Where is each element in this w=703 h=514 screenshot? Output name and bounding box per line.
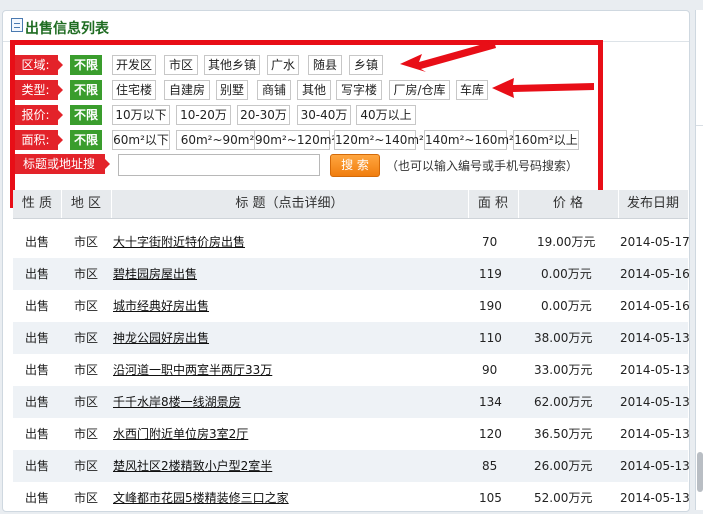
- cell-size: 90: [482, 363, 498, 377]
- cell-type: 出售: [25, 299, 50, 313]
- cell-date: 2014-05-13: [620, 459, 690, 473]
- panel-title: 出售信息列表: [25, 21, 109, 37]
- cell-type: 出售: [25, 491, 50, 505]
- table-row: 出售 市区 沿河道一职中两室半两厅33万 90 33.00万元 2014-05-…: [13, 354, 690, 386]
- cell-size: 70: [482, 235, 498, 249]
- table-row: 出售 市区 大十字街附近特价房出售 70 19.00万元 2014-05-17: [13, 226, 690, 258]
- cell-date: 2014-05-16: [620, 267, 690, 281]
- cell-date: 2014-05-16: [620, 299, 690, 313]
- cell-size: 85: [482, 459, 498, 473]
- cell-date: 2014-05-13: [620, 363, 690, 377]
- cell-price: 36.50万元: [534, 427, 593, 441]
- col-header-price: 价 格: [518, 190, 619, 218]
- listing-title-link[interactable]: 城市经典好房出售: [113, 290, 209, 322]
- annotation-arrow-icon: [492, 78, 594, 98]
- cell-price: 62.00万元: [534, 395, 593, 409]
- cell-type: 出售: [25, 395, 50, 409]
- cell-date: 2014-05-13: [620, 331, 690, 345]
- cell-date: 2014-05-17: [620, 235, 690, 249]
- listing-title-link[interactable]: 碧桂园房屋出售: [113, 258, 197, 290]
- cell-area: 市区: [74, 235, 99, 249]
- table-row: 出售 市区 文峰都市花园5楼精装修三口之家 105 52.00万元 2014-0…: [13, 482, 690, 514]
- cell-size: 190: [479, 299, 502, 313]
- cell-price: 52.00万元: [534, 491, 593, 505]
- panel-header: 出售信息列表: [3, 11, 689, 42]
- cell-type: 出售: [25, 331, 50, 345]
- cell-price: 33.00万元: [534, 363, 593, 377]
- cell-area: 市区: [74, 395, 99, 409]
- cell-price: 38.00万元: [534, 331, 593, 345]
- cell-area: 市区: [74, 427, 99, 441]
- listing-table-header: 性 质 地 区 标 题（点击详细） 面 积 价 格 发布日期: [13, 190, 688, 219]
- cell-area: 市区: [74, 459, 99, 473]
- listing-title-link[interactable]: 楚风社区2楼精致小户型2室半: [113, 450, 272, 482]
- cell-area: 市区: [74, 363, 99, 377]
- listing-title-link[interactable]: 神龙公园好房出售: [113, 322, 209, 354]
- table-row: 出售 市区 水西门附近单位房3室2厅 120 36.50万元 2014-05-1…: [13, 418, 690, 450]
- cell-size: 134: [479, 395, 502, 409]
- listing-title-link[interactable]: 大十字街附近特价房出售: [113, 226, 245, 258]
- table-row: 出售 市区 千千水岸8楼一线湖景房 134 62.00万元 2014-05-13: [13, 386, 690, 418]
- highlight-box: [10, 40, 603, 208]
- col-header-date: 发布日期: [626, 196, 679, 211]
- listing-title-link[interactable]: 文峰都市花园5楼精装修三口之家: [113, 482, 289, 514]
- cell-date: 2014-05-13: [620, 491, 690, 505]
- table-row: 出售 市区 城市经典好房出售 190 0.00万元 2014-05-16: [13, 290, 690, 322]
- cell-price: 26.00万元: [534, 459, 593, 473]
- list-icon: [11, 18, 23, 32]
- cell-area: 市区: [74, 491, 99, 505]
- cell-date: 2014-05-13: [620, 395, 690, 409]
- cell-price: 0.00万元: [541, 267, 592, 281]
- col-header-area: 地 区: [61, 190, 112, 218]
- annotation-arrow-icon: [400, 41, 496, 72]
- cell-date: 2014-05-13: [620, 427, 690, 441]
- cell-size: 119: [479, 267, 502, 281]
- cell-type: 出售: [25, 459, 50, 473]
- cell-size: 105: [479, 491, 502, 505]
- scrollbar-thumb[interactable]: [697, 452, 703, 492]
- table-row: 出售 市区 神龙公园好房出售 110 38.00万元 2014-05-13: [13, 322, 690, 354]
- cell-area: 市区: [74, 299, 99, 313]
- cell-size: 120: [479, 427, 502, 441]
- cell-type: 出售: [25, 427, 50, 441]
- cell-price: 19.00万元: [537, 235, 596, 249]
- cell-size: 110: [479, 331, 502, 345]
- cell-area: 市区: [74, 267, 99, 281]
- listing-title-link[interactable]: 沿河道一职中两室半两厅33万: [113, 354, 272, 386]
- cell-type: 出售: [25, 267, 50, 281]
- table-row: 出售 市区 楚风社区2楼精致小户型2室半 85 26.00万元 2014-05-…: [13, 450, 690, 482]
- table-row: 出售 市区 碧桂园房屋出售 119 0.00万元 2014-05-16: [13, 258, 690, 290]
- col-header-size: 面 积: [468, 190, 519, 218]
- listing-title-link[interactable]: 千千水岸8楼一线湖景房: [113, 386, 241, 418]
- col-header-title: 标 题（点击详细）: [111, 190, 469, 218]
- cell-type: 出售: [25, 235, 50, 249]
- col-header-type: 性 质: [13, 190, 62, 218]
- listing-title-link[interactable]: 水西门附近单位房3室2厅: [113, 418, 248, 450]
- cell-area: 市区: [74, 331, 99, 345]
- cell-type: 出售: [25, 363, 50, 377]
- right-side-panel: [695, 10, 703, 510]
- cell-price: 0.00万元: [541, 299, 592, 313]
